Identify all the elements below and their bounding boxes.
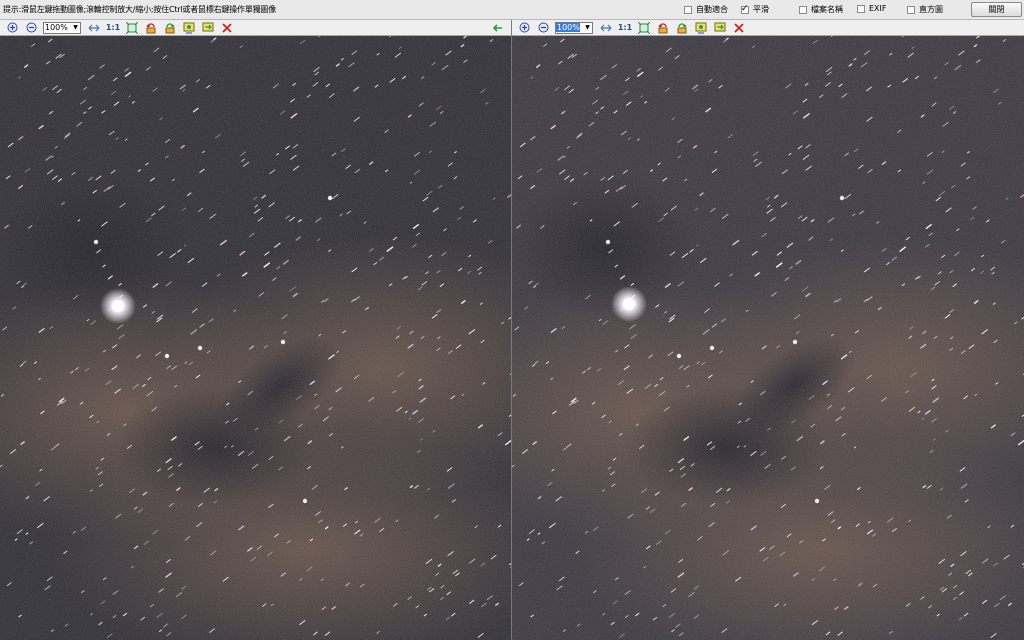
flip-icon[interactable] <box>182 21 196 35</box>
smooth-label: 平滑 <box>753 5 769 14</box>
auto-fit-label: 自動適合 <box>696 5 728 14</box>
fit-width-icon[interactable] <box>599 21 613 35</box>
chevron-down-icon[interactable]: ▼ <box>71 23 80 33</box>
histogram-label: 直方圖 <box>919 5 943 14</box>
exif-option[interactable]: EXIF <box>857 4 887 13</box>
left-zoom-value: 100% <box>45 23 68 32</box>
zoom-in-icon[interactable] <box>517 21 531 35</box>
exif-checkbox[interactable] <box>857 4 865 13</box>
right-image-panel[interactable] <box>512 36 1024 640</box>
close-image-icon[interactable] <box>220 21 234 35</box>
smooth-checkbox[interactable] <box>741 4 749 14</box>
rotate-left-icon[interactable] <box>144 21 158 35</box>
auto-fit-checkbox[interactable] <box>684 5 692 14</box>
fit-window-icon[interactable] <box>125 21 139 35</box>
close-button[interactable]: 關閉 <box>971 2 1022 17</box>
left-starfield-image[interactable] <box>0 36 511 640</box>
flip-icon[interactable] <box>694 21 708 35</box>
chevron-down-icon[interactable]: ▼ <box>583 23 592 33</box>
filename-checkbox[interactable] <box>799 5 807 14</box>
swap-icon[interactable] <box>201 21 215 35</box>
actual-size-button[interactable]: 1:1 <box>106 21 120 35</box>
zoom-out-icon[interactable] <box>24 21 38 35</box>
right-zoom-value[interactable]: 100% <box>556 23 580 32</box>
zoom-in-icon[interactable] <box>5 21 19 35</box>
top-bar: 提示:滑鼠左鍵拖動圖像;滾輪控制放大/縮小;按住Ctrl或者鼠標右鍵操作單獨圖像… <box>0 0 1024 20</box>
zoom-out-icon[interactable] <box>536 21 550 35</box>
auto-fit-option[interactable]: 自動適合 <box>684 4 728 15</box>
right-toolbar: 100% ▼ 1:1 <box>512 20 1024 36</box>
rotate-right-icon[interactable] <box>675 21 689 35</box>
rotate-right-icon[interactable] <box>163 21 177 35</box>
close-image-icon[interactable] <box>732 21 746 35</box>
left-image-panel[interactable] <box>0 36 511 640</box>
histogram-checkbox[interactable] <box>907 5 915 14</box>
histogram-option[interactable]: 直方圖 <box>907 4 943 15</box>
right-starfield-image[interactable] <box>512 36 1024 640</box>
sync-icon[interactable] <box>491 21 505 35</box>
filename-label: 檔案名稱 <box>811 5 843 14</box>
rotate-left-icon[interactable] <box>656 21 670 35</box>
swap-icon[interactable] <box>713 21 727 35</box>
left-toolbar: 100% ▼ 1:1 <box>0 20 511 36</box>
actual-size-button[interactable]: 1:1 <box>618 21 632 35</box>
fit-window-icon[interactable] <box>637 21 651 35</box>
hint-text: 提示:滑鼠左鍵拖動圖像;滾輪控制放大/縮小;按住Ctrl或者鼠標右鍵操作單獨圖像 <box>3 5 277 14</box>
right-zoom-select[interactable]: 100% ▼ <box>555 21 593 34</box>
left-zoom-select[interactable]: 100% ▼ <box>43 21 81 34</box>
smooth-option[interactable]: 平滑 <box>741 4 769 15</box>
fit-width-icon[interactable] <box>87 21 101 35</box>
exif-label: EXIF <box>869 4 887 13</box>
filename-option[interactable]: 檔案名稱 <box>799 4 843 15</box>
